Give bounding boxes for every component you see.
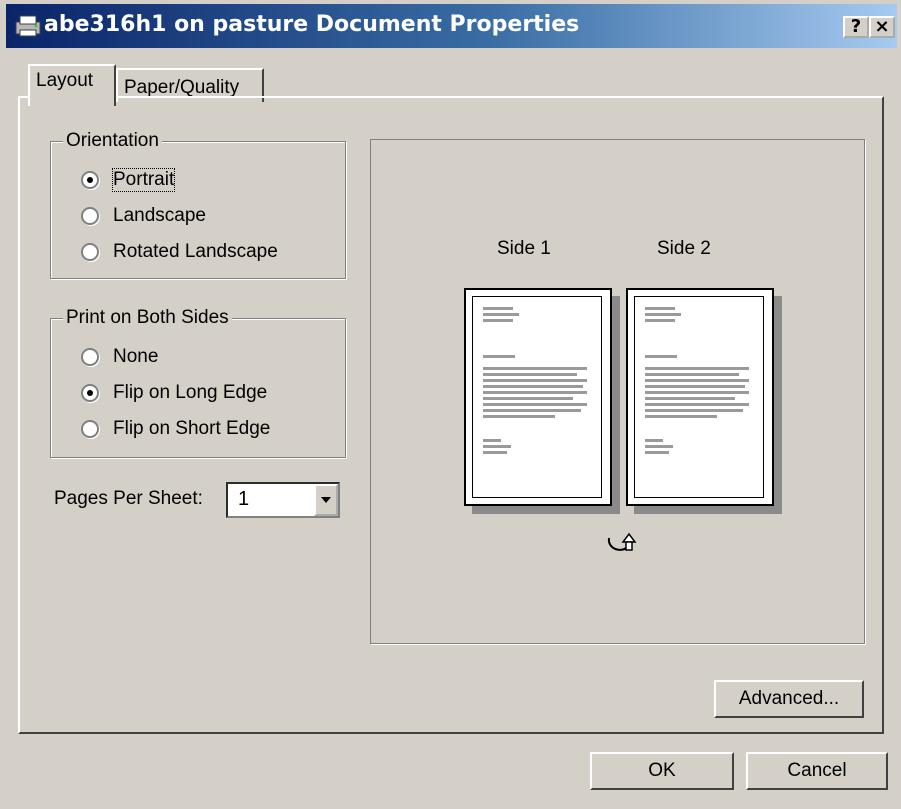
radio-flip-long-edge-indicator[interactable] xyxy=(81,384,99,402)
pages-per-sheet-combobox[interactable]: 1 xyxy=(226,482,340,518)
duplex-preview: Side 1 Side 2 xyxy=(370,139,865,644)
side1-label: Side 1 xyxy=(497,238,551,259)
radio-portrait-label: Portrait xyxy=(111,168,176,192)
radio-landscape-indicator[interactable] xyxy=(81,207,99,225)
both-sides-group: Print on Both Sides None Flip on Long Ed… xyxy=(50,307,346,458)
cancel-button[interactable]: Cancel xyxy=(746,752,888,790)
pages-per-sheet-value: 1 xyxy=(238,488,250,510)
pages-per-sheet-label: Pages Per Sheet: xyxy=(54,488,203,509)
radio-flip-short-edge-label: Flip on Short Edge xyxy=(113,418,271,439)
advanced-button[interactable]: Advanced... xyxy=(714,680,864,718)
title-bar[interactable]: abe316h1 on pasture Document Properties … xyxy=(6,4,897,48)
radio-none-label: None xyxy=(113,346,159,367)
radio-rotated-landscape-label: Rotated Landscape xyxy=(113,241,278,262)
tab-paper-quality-label: Paper/Quality xyxy=(124,77,240,98)
chevron-down-icon xyxy=(321,497,331,503)
printer-icon xyxy=(15,15,41,37)
orientation-group: Orientation Portrait Landscape Rotated L… xyxy=(50,130,346,279)
close-button[interactable]: × xyxy=(869,16,895,38)
radio-landscape[interactable]: Landscape xyxy=(81,202,206,230)
radio-none[interactable]: None xyxy=(81,343,158,371)
radio-flip-long-edge-label: Flip on Long Edge xyxy=(113,382,268,403)
dropdown-arrow-button[interactable] xyxy=(314,484,338,516)
radio-landscape-label: Landscape xyxy=(113,205,206,226)
window-title: abe316h1 on pasture Document Properties xyxy=(44,12,580,37)
radio-none-indicator[interactable] xyxy=(81,348,99,366)
radio-flip-long-edge[interactable]: Flip on Long Edge xyxy=(81,379,267,407)
orientation-legend: Orientation xyxy=(63,130,162,152)
both-sides-legend: Print on Both Sides xyxy=(63,307,232,329)
radio-flip-short-edge-indicator[interactable] xyxy=(81,420,99,438)
radio-portrait[interactable]: Portrait xyxy=(81,166,176,194)
radio-rotated-landscape[interactable]: Rotated Landscape xyxy=(81,238,278,266)
radio-flip-short-edge[interactable]: Flip on Short Edge xyxy=(81,415,270,443)
side1-page-preview xyxy=(464,288,612,506)
radio-portrait-indicator[interactable] xyxy=(81,171,99,189)
document-properties-dialog: abe316h1 on pasture Document Properties … xyxy=(0,0,901,809)
tab-layout[interactable]: Layout xyxy=(28,64,116,106)
tab-layout-label: Layout xyxy=(36,70,94,91)
radio-rotated-landscape-indicator[interactable] xyxy=(81,243,99,261)
ok-button[interactable]: OK xyxy=(590,752,734,790)
flip-arrow-icon xyxy=(607,532,637,551)
side2-page-preview xyxy=(626,288,774,506)
help-button[interactable]: ? xyxy=(843,16,869,38)
side2-label: Side 2 xyxy=(657,238,711,259)
